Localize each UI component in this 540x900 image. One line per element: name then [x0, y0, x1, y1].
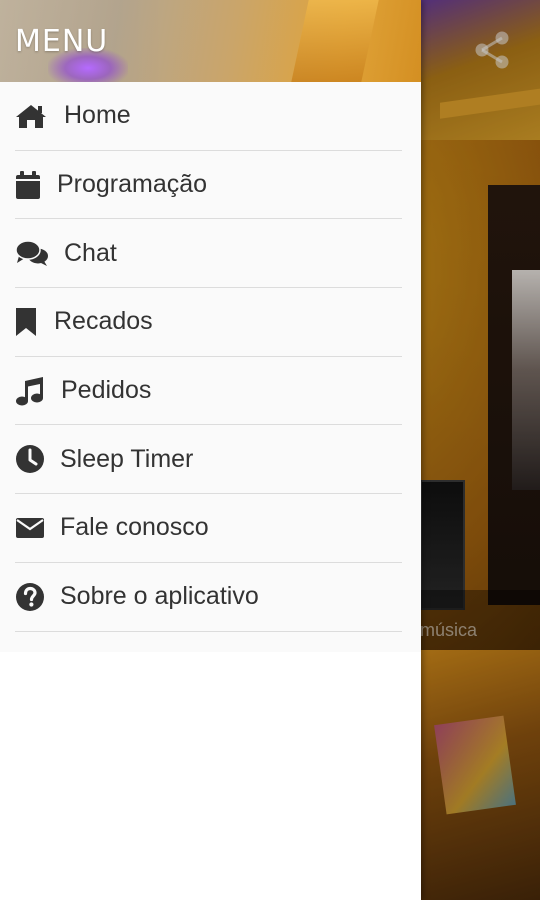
music-note-icon	[15, 375, 61, 407]
menu-item-fale-conosco[interactable]: Fale conosco	[15, 494, 402, 563]
menu-item-sleep-timer[interactable]: Sleep Timer	[15, 425, 402, 495]
drawer-title: MENU	[15, 24, 109, 59]
menu-item-label: Home	[64, 101, 131, 130]
menu-item-programacao[interactable]: Programação	[15, 151, 402, 220]
chat-icon	[15, 237, 64, 269]
menu-item-chat[interactable]: Chat	[15, 219, 402, 289]
menu-item-pedidos[interactable]: Pedidos	[15, 357, 402, 426]
menu-item-label: Chat	[64, 238, 117, 267]
menu-item-label: Pedidos	[61, 376, 152, 405]
menu-list: Home Programação Chat Recados Pedidos Sl…	[0, 82, 421, 652]
calendar-icon	[15, 169, 57, 201]
navigation-drawer: MENU Home Programação Chat Recados Pedid…	[0, 0, 421, 900]
menu-item-label: Programação	[57, 170, 208, 199]
clock-icon	[15, 443, 60, 475]
menu-item-label: Fale conosco	[60, 513, 209, 542]
menu-item-label: Sobre o aplicativo	[60, 582, 259, 611]
header-decoration	[291, 0, 379, 82]
menu-item-recados[interactable]: Recados	[15, 288, 402, 357]
drawer-header: MENU	[0, 0, 421, 82]
envelope-icon	[15, 512, 60, 544]
menu-item-sobre-aplicativo[interactable]: Sobre o aplicativo	[15, 563, 402, 632]
menu-item-home[interactable]: Home	[15, 82, 402, 151]
bookmark-icon	[15, 306, 54, 338]
menu-item-label: Sleep Timer	[60, 444, 194, 473]
menu-item-label: Recados	[54, 307, 153, 336]
question-circle-icon	[15, 581, 60, 613]
home-icon	[15, 100, 64, 132]
